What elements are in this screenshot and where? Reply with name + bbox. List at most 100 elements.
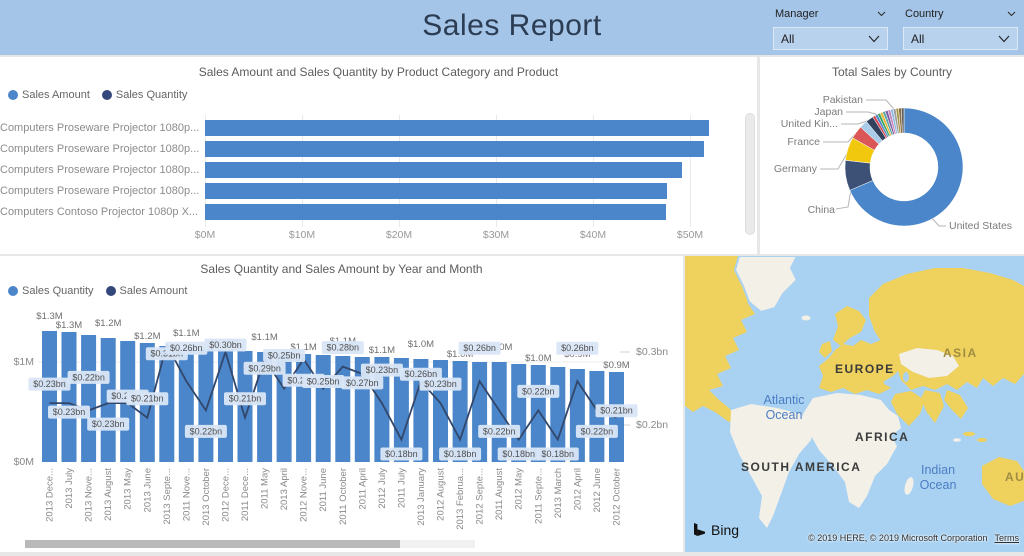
donut-label-pakistan: Pakistan — [822, 94, 863, 106]
bar-category-label: Computers Proseware Projector 1080p... — [0, 143, 200, 155]
x-axis-month-label: 2012 July — [377, 468, 388, 509]
terms-link[interactable]: Terms — [995, 533, 1020, 543]
x-axis-month-label: 2012 Dece... — [221, 468, 232, 522]
x-axis-month-label: 2013 Nove... — [84, 468, 95, 522]
column-sales-quantity[interactable] — [178, 348, 194, 462]
x-axis-month-label: 2011 August — [494, 468, 505, 520]
line-data-label: $0.21bn — [131, 394, 164, 404]
line-data-label: $0.22bn — [72, 372, 105, 382]
column-data-label: $1.1M — [251, 332, 277, 343]
right-axis-tick-label: $0.2bn — [636, 419, 668, 431]
column-sales-quantity[interactable] — [452, 361, 468, 462]
column-sales-quantity[interactable] — [296, 354, 312, 462]
month-chart-scrollbar-thumb[interactable] — [25, 540, 400, 548]
column-sales-quantity[interactable] — [472, 362, 488, 462]
column-sales-quantity[interactable] — [198, 349, 214, 462]
slicer-country-label: Country — [905, 7, 944, 20]
chevron-down-icon — [1007, 11, 1016, 16]
bar-sales-amount[interactable] — [205, 183, 667, 199]
map-label-europe: EUROPE — [835, 362, 895, 376]
line-data-callout: $0.26bn — [458, 341, 501, 355]
line-data-label: $0.21bn — [229, 394, 262, 404]
product-chart-panel: Sales Amount and Sales Quantity by Produ… — [0, 57, 757, 254]
column-sales-quantity[interactable] — [61, 332, 77, 462]
map-label-south-america: SOUTH AMERICA — [741, 460, 862, 474]
x-axis-month-label: 2011 Nove... — [181, 468, 192, 521]
manager-dropdown[interactable]: All — [773, 27, 888, 50]
line-data-label: $0.23bn — [92, 419, 125, 429]
x-axis-month-label: 2011 June — [318, 468, 329, 512]
country-dropdown[interactable]: All — [903, 27, 1018, 50]
map-black-sea — [884, 380, 898, 386]
column-sales-quantity[interactable] — [81, 335, 97, 462]
map-visual[interactable]: EUROPE ASIA AFRICA SOUTH AMERICA AUS Atl… — [685, 256, 1024, 552]
line-data-label: $0.25bn — [268, 351, 301, 361]
column-sales-quantity[interactable] — [42, 331, 57, 462]
column-data-label: $1.1M — [173, 328, 199, 339]
line-data-callout: $0.21bn — [126, 392, 169, 406]
line-data-label: $0.18bn — [502, 449, 535, 459]
product-chart-plot: $0M $10M $20M $30M $40M $50M Computers Prosewa… — [0, 57, 757, 254]
line-data-callout: $0.26bn — [165, 341, 208, 355]
x-axis-tick-label: $0M — [194, 229, 216, 241]
column-sales-quantity[interactable] — [315, 355, 331, 462]
month-chart-scrollbar-track[interactable] — [25, 540, 475, 548]
x-axis-month-label: 2013 May — [123, 468, 134, 510]
line-data-callout: $0.22bn — [67, 370, 110, 384]
x-axis-month-label: 2012 May — [514, 468, 525, 510]
line-data-callout: $0.26bn — [556, 341, 599, 355]
column-data-label: $1.3M — [56, 320, 82, 331]
country-dropdown-value: All — [911, 31, 925, 46]
line-data-label: $0.21bn — [600, 406, 633, 416]
column-data-label: $1.0M — [525, 353, 551, 364]
x-axis-month-label: 2013 April — [279, 468, 290, 510]
column-sales-quantity[interactable] — [530, 365, 546, 462]
x-axis-month-label: 2011 April — [357, 468, 368, 510]
x-axis-tick-label: $50M — [676, 229, 704, 241]
column-data-label: $1.0M — [408, 339, 434, 350]
line-data-label: $0.18bn — [542, 449, 575, 459]
bar-sales-amount[interactable] — [205, 120, 710, 136]
chevron-down-icon — [998, 35, 1010, 42]
x-axis-tick-label: $10M — [288, 229, 316, 241]
slicer-manager-label: Manager — [775, 7, 819, 20]
copyright-text: © 2019 HERE, © 2019 Microsoft Corporatio… — [808, 533, 988, 543]
line-data-callout: $0.18bn — [497, 447, 540, 461]
line-data-callout: $0.23bn — [419, 377, 462, 391]
x-axis-month-label: 2013 October — [201, 468, 212, 526]
column-data-label: $0.9M — [603, 360, 629, 371]
column-data-label: $1.2M — [134, 331, 160, 342]
map-label-australia: AUS — [1005, 470, 1024, 484]
bar-sales-amount[interactable] — [205, 141, 704, 157]
x-axis-month-label: 2012 October — [612, 468, 623, 526]
product-chart-scrollbar[interactable] — [745, 113, 755, 235]
line-data-label: $0.27bn — [346, 378, 379, 388]
x-axis-month-label: 2013 August — [103, 468, 114, 521]
line-data-callout: $0.23bn — [28, 377, 71, 391]
line-data-callout: $0.23bn — [360, 363, 403, 377]
line-data-label: $0.25bn — [307, 377, 340, 387]
line-data-label: $0.29bn — [248, 363, 281, 373]
line-data-callout: $0.30bn — [204, 338, 247, 352]
x-axis-tick-label: $40M — [579, 229, 607, 241]
line-data-callout: $0.28bn — [321, 341, 364, 355]
slicer-manager: Manager All — [773, 4, 888, 50]
x-axis-month-label: 2013 Septe... — [162, 468, 173, 525]
column-sales-quantity[interactable] — [511, 364, 527, 462]
line-data-label: $0.22bn — [522, 386, 555, 396]
bar-sales-amount[interactable] — [205, 162, 683, 178]
slicer-manager-header[interactable]: Manager — [773, 4, 888, 23]
line-data-callout: $0.25bn — [263, 349, 306, 362]
world-map[interactable] — [685, 256, 1024, 552]
line-data-callout: $0.22bn — [517, 384, 560, 398]
manager-dropdown-value: All — [781, 31, 795, 46]
bing-logo[interactable]: Bing — [694, 522, 739, 538]
slicer-country-header[interactable]: Country — [903, 4, 1018, 23]
bar-sales-amount[interactable] — [205, 204, 666, 220]
line-data-label: $0.18bn — [444, 449, 477, 459]
x-axis-month-label: 2013 June — [142, 468, 153, 512]
line-data-callout: $0.18bn — [439, 447, 482, 461]
map-attribution: © 2019 HERE, © 2019 Microsoft Corporatio… — [785, 533, 1019, 543]
line-data-callout: $0.22bn — [184, 424, 227, 438]
bing-b-icon — [694, 523, 705, 536]
